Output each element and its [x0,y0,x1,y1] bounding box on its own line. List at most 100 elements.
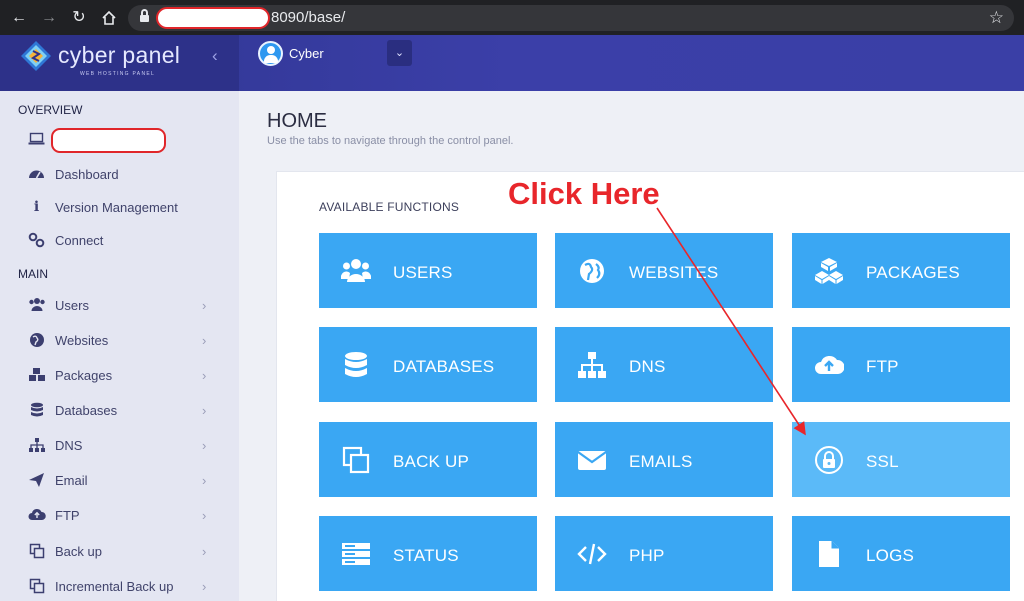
sidebar-item-label: DNS [55,438,83,453]
reload-icon[interactable]: ↻ [68,7,90,29]
database-icon [345,352,367,377]
sidebar-item-label: Dashboard [55,167,119,182]
browser-toolbar: ← → ↻ 8090/base/ ☆ [0,0,1024,35]
sidebar-item-version-management[interactable]: i Version Management [0,192,239,222]
sidebar-item-label: Users [55,298,89,313]
user-menu-chevron-down-icon[interactable]: ⌄ [387,40,412,66]
file-icon [819,541,839,567]
sidebar-item-label: Databases [55,403,118,418]
home-icon[interactable] [98,7,120,29]
chevron-right-icon: › [202,508,207,523]
cubes-icon [28,367,45,383]
cubes-icon [815,258,843,284]
sitemap-icon [578,352,606,378]
main-content: HOME Use the tabs to navigate through th… [239,91,1024,601]
lock-icon [140,9,149,23]
chevron-right-icon: › [202,438,207,453]
chevron-right-icon: › [202,579,207,594]
tile-label: DATABASES [393,357,495,376]
users-tile[interactable]: USERS [319,233,537,308]
tile-label: WEBSITES [629,263,719,282]
redacted-label [51,128,166,153]
databases-tile[interactable]: DATABASES [319,327,537,402]
sidebar-item-connect[interactable]: Connect [0,225,239,255]
sidebar-item-email[interactable]: Email › [0,465,239,495]
php-tile[interactable]: PHP [555,516,773,591]
status-tile[interactable]: STATUS [319,516,537,591]
packages-tile[interactable]: PACKAGES [792,233,1010,308]
bookmark-star-icon[interactable]: ☆ [989,8,1004,28]
sidebar-item-users[interactable]: Users › [0,290,239,320]
code-icon [577,543,607,565]
chevron-right-icon: › [202,368,207,383]
back-arrow-icon[interactable]: ← [8,7,30,29]
cyberpanel-logo-icon [21,41,51,71]
address-bar[interactable]: 8090/base/ ☆ [128,5,1014,31]
url-text: 8090/base/ [271,9,346,26]
forward-arrow-icon[interactable]: → [38,7,60,29]
sidebar-collapse-icon[interactable]: ‹ [212,46,218,66]
page-subtitle: Use the tabs to navigate through the con… [267,135,514,147]
tile-label: SSL [866,452,899,471]
tile-label: EMAILS [629,452,693,471]
sitemap-icon [28,437,45,453]
sidebar-item-label: FTP [55,508,80,523]
tile-label: PACKAGES [866,263,960,282]
click-here-annotation: Click Here [508,176,660,211]
chevron-right-icon: › [202,403,207,418]
redacted-host [156,7,270,29]
sidebar-item-ftp[interactable]: FTP › [0,500,239,530]
ftp-tile[interactable]: FTP [792,327,1010,402]
tile-label: USERS [393,263,453,282]
tile-label: STATUS [393,546,459,565]
server-icon [342,543,370,565]
logs-tile[interactable]: LOGS [792,516,1010,591]
paper-plane-icon [28,472,45,488]
logo-text: cyber panel [58,42,181,68]
sidebar-item-packages[interactable]: Packages › [0,360,239,390]
sidebar-item-label: Packages [55,368,113,383]
tile-label: LOGS [866,546,915,565]
sidebar-item-label: Websites [55,333,109,348]
chevron-right-icon: › [202,544,207,559]
sidebar-item-label: Connect [55,233,104,248]
main-section-title: MAIN [18,267,48,281]
copy-icon [28,543,45,559]
cloud-upload-icon [28,507,46,523]
username[interactable]: Cyber [289,46,324,61]
sidebar: OVERVIEW Dashboard i Version Management … [0,91,239,601]
database-icon [28,402,45,418]
page-title: HOME [267,110,327,132]
info-icon: i [33,199,40,215]
tile-label: PHP [629,546,665,565]
functions-panel: AVAILABLE FUNCTIONS USERS WEBSITES PACKA… [276,171,1024,601]
websites-tile[interactable]: WEBSITES [555,233,773,308]
dns-tile[interactable]: DNS [555,327,773,402]
sidebar-item-dns[interactable]: DNS › [0,430,239,460]
copy-icon [342,446,370,474]
users-icon [28,297,45,313]
logo-subtitle: WEB HOSTING PANEL [80,71,156,77]
sidebar-item-backup[interactable]: Back up › [0,536,239,566]
sidebar-item-websites[interactable]: Websites › [0,325,239,355]
users-icon [341,259,371,282]
emails-tile[interactable]: EMAILS [555,422,773,497]
sidebar-item-label: Version Management [55,200,178,215]
chevron-right-icon: › [202,333,207,348]
dashboard-icon [28,166,45,182]
sidebar-item-label: Incremental Back up [55,579,174,594]
sidebar-item-label: Back up [55,544,102,559]
tile-label: BACK UP [393,452,470,471]
globe-icon [28,332,45,348]
ssl-tile[interactable]: SSL [792,422,1010,497]
tile-label: FTP [866,357,899,376]
globe-icon [580,259,604,283]
sidebar-item-dashboard[interactable]: Dashboard [0,159,239,189]
sidebar-item-incremental-backup[interactable]: Incremental Back up › [0,571,239,601]
sidebar-item-databases[interactable]: Databases › [0,395,239,425]
envelope-icon [577,451,607,470]
copy-icon [28,578,45,594]
backup-tile[interactable]: BACK UP [319,422,537,497]
top-header: cyber panel WEB HOSTING PANEL ‹ Cyber ⌄ [0,35,1024,91]
user-avatar-icon[interactable] [258,41,283,66]
